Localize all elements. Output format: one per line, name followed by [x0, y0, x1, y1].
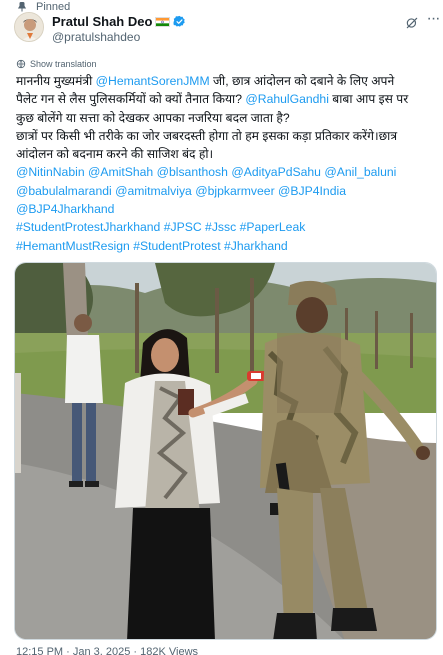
globe-icon	[16, 59, 26, 69]
tweet-text-segment: पैलेट गन से लैस पुलिसकर्मियों को क्यों त…	[16, 92, 246, 107]
name-line: Pratul Shah Deo	[52, 14, 186, 29]
tweet-text-line: पैलेट गन से लैस पुलिसकर्मियों को क्यों त…	[16, 90, 436, 108]
tweet-text-line: कुछ बोलेंगे या सत्ता को देखकर आपका नजरिय…	[16, 109, 436, 127]
tweet-text-line: माननीय मुख्यमंत्री @HemantSorenJMM जी, छ…	[16, 72, 436, 90]
tweet-text-line: #StudentProtestJharkhand #JPSC #Jssc #Pa…	[16, 218, 436, 236]
tweet-text-segment: कुछ बोलेंगे या सत्ता को देखकर आपका नजरिय…	[16, 110, 290, 125]
grok-icon[interactable]	[405, 16, 419, 30]
avatar-image	[15, 13, 43, 41]
author-handle[interactable]: @pratulshahdeo	[52, 30, 186, 44]
tweet-header: Pratul Shah Deo @pratulshahdeo ···	[12, 11, 440, 46]
mention-link[interactable]: @RahulGandhi	[245, 92, 329, 106]
tweet-text-segment: जी, छात्र आंदोलन को दबाने के लिए अपने	[209, 74, 395, 88]
verified-badge-icon[interactable]	[173, 15, 186, 28]
tweet-text-line: @NitinNabin @AmitShah @blsanthosh @Adity…	[16, 163, 436, 181]
tweet-text-segment: बाबा आप इस पर	[328, 92, 409, 107]
author-names: Pratul Shah Deo @pratulshahdeo	[52, 14, 186, 44]
hashtag-link[interactable]: #StudentProtestJharkhand	[16, 220, 160, 234]
mention-link[interactable]: @BJP4Jharkhand	[16, 202, 114, 216]
show-translation-link[interactable]: Show translation	[16, 58, 97, 70]
mention-link[interactable]: @babulalmarandi	[16, 184, 112, 198]
more-options-icon[interactable]: ···	[424, 11, 442, 32]
mention-link[interactable]: @Anil_baluni	[324, 165, 396, 179]
tweet-text-line: छात्रों पर किसी भी तरीके का जोर जबरदस्ती…	[16, 127, 436, 145]
tweet-text-line: आंदोलन को बदनाम करने की साजिश बंद हो।	[16, 145, 436, 163]
tweet-text-segment: माननीय मुख्यमंत्री	[16, 74, 96, 88]
mention-link[interactable]: @AdityaPdSahu	[231, 165, 321, 179]
tweet-timestamp[interactable]: 12:15 PM · Jan 3, 2025 · 182K Views	[16, 646, 198, 655]
mention-link[interactable]: @BJP4India	[278, 184, 346, 198]
tweet-body: माननीय मुख्यमंत्री @HemantSorenJMM जी, छ…	[16, 72, 436, 255]
mention-link[interactable]: @bjpkarmveer	[195, 184, 274, 198]
tweet-text-line: #HemantMustResign #StudentProtest #Jhark…	[16, 237, 436, 255]
hashtag-link[interactable]: #HemantMustResign	[16, 239, 130, 253]
hashtag-link[interactable]: #PaperLeak	[240, 220, 306, 234]
hashtag-link[interactable]: #JPSC	[164, 220, 202, 234]
india-flag-icon	[155, 16, 171, 27]
video-thumbnail	[15, 263, 436, 639]
tweet-text-segment: आंदोलन को बदनाम करने की साजिश बंद हो।	[16, 147, 214, 162]
mention-link[interactable]: @amitmalviya	[115, 184, 192, 198]
tweet-text-line: @babulalmarandi @amitmalviya @bjpkarmvee…	[16, 182, 436, 200]
show-translation-label[interactable]: Show translation	[30, 59, 97, 69]
mention-link[interactable]: @HemantSorenJMM	[96, 74, 210, 88]
mention-link[interactable]: @blsanthosh	[157, 165, 228, 179]
tweet-text-segment: छात्रों पर किसी भी तरीके का जोर जबरदस्ती…	[16, 128, 398, 143]
tweet-text-line: @BJP4Jharkhand	[16, 200, 436, 218]
mention-link[interactable]: @NitinNabin	[16, 165, 85, 179]
display-name[interactable]: Pratul Shah Deo	[52, 14, 152, 29]
tweet-media-video[interactable]	[14, 262, 437, 640]
hashtag-link[interactable]: #Jssc	[205, 220, 236, 234]
mention-link[interactable]: @AmitShah	[88, 165, 153, 179]
hashtag-link[interactable]: #Jharkhand	[224, 239, 288, 253]
hashtag-link[interactable]: #StudentProtest	[133, 239, 220, 253]
avatar[interactable]	[14, 12, 44, 42]
